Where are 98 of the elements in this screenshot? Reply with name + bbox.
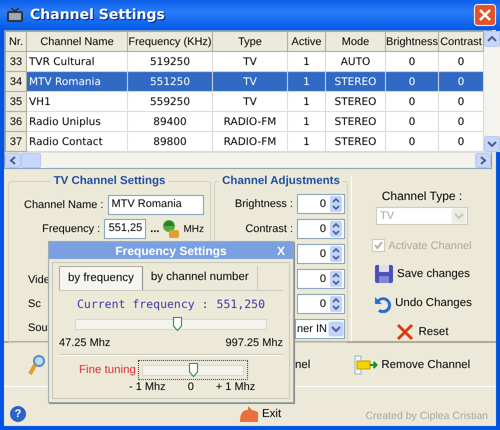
table-cell: 1 bbox=[288, 92, 326, 112]
table-row[interactable]: 35 VH1 559250 TV 1 STEREO 0 0 bbox=[6, 92, 484, 112]
column-header[interactable]: Contrast bbox=[438, 32, 484, 52]
close-icon[interactable] bbox=[474, 4, 496, 26]
table-cell: 559250 bbox=[128, 92, 212, 112]
table-cell: TV bbox=[212, 92, 288, 112]
fine-tuning-label: Fine tuning bbox=[79, 364, 136, 376]
vertical-scrollbar[interactable] bbox=[484, 31, 500, 152]
spin-arrows-icon[interactable] bbox=[330, 221, 342, 237]
unit-label: MHz bbox=[183, 224, 204, 234]
group-title: TV Channel Settings bbox=[50, 175, 168, 187]
current-frequency-label: Current frequency : bbox=[76, 297, 209, 311]
scroll-right-icon[interactable] bbox=[475, 153, 491, 168]
spin-field[interactable]: 0 bbox=[297, 194, 345, 214]
column-header[interactable]: Channel Name bbox=[26, 32, 128, 52]
slider-thumb[interactable] bbox=[188, 363, 198, 377]
remove-channel-button[interactable]: Remove Channel bbox=[352, 352, 472, 376]
current-frequency-value: 551,250 bbox=[216, 297, 266, 311]
arrow-icon bbox=[354, 354, 378, 374]
save-button[interactable]: Save changes bbox=[372, 262, 472, 286]
table-cell: STEREO bbox=[326, 72, 386, 92]
spin-arrows-icon[interactable] bbox=[330, 271, 342, 287]
tab[interactable]: by channel number bbox=[142, 266, 258, 290]
channel-name-field[interactable]: MTV Romania bbox=[108, 195, 204, 215]
tick-label: 0 bbox=[188, 381, 194, 393]
table-cell: STEREO bbox=[326, 112, 386, 132]
more-button[interactable]: ... bbox=[150, 223, 160, 235]
table-cell: VH1 bbox=[26, 92, 128, 112]
column-header[interactable]: Frequency (KHz) bbox=[128, 32, 212, 52]
tick-label: - 1 Mhz bbox=[129, 381, 166, 393]
field-label: Channel Name : bbox=[23, 199, 104, 211]
horizontal-scrollbar[interactable] bbox=[5, 152, 491, 168]
table-cell: 89400 bbox=[128, 112, 212, 132]
tick-label: + 1 Mhz bbox=[216, 381, 256, 393]
range-label: 997.25 Mhz bbox=[226, 337, 283, 349]
field-label: Sc bbox=[28, 297, 41, 312]
column-header[interactable]: Mode bbox=[326, 32, 386, 52]
scrollbar-thumb[interactable] bbox=[21, 153, 41, 168]
table-cell: 551250 bbox=[128, 72, 212, 92]
row-header: 37 bbox=[6, 132, 26, 152]
tv-icon bbox=[6, 7, 24, 23]
scroll-up-icon[interactable] bbox=[484, 31, 500, 47]
field-label: Frequency : bbox=[41, 223, 102, 235]
undo-button[interactable]: Undo Changes bbox=[370, 291, 474, 315]
range-label: 47.25 Mhz bbox=[59, 337, 110, 349]
row-header: 35 bbox=[6, 92, 26, 112]
check-icon bbox=[373, 240, 384, 251]
spin-arrows-icon[interactable] bbox=[330, 246, 342, 262]
credit-text: Created by Ciplea Cristian bbox=[365, 410, 488, 422]
channel-button[interactable]: nel bbox=[293, 356, 312, 372]
help-button[interactable]: ? bbox=[10, 406, 26, 422]
slider-thumb[interactable] bbox=[172, 317, 182, 331]
table-cell: 1 bbox=[288, 72, 326, 92]
spin-field[interactable]: 0 bbox=[297, 294, 345, 314]
dropdown[interactable]: ner IN bbox=[295, 319, 345, 339]
field-label: Channel Type : bbox=[382, 189, 462, 203]
spin-arrows-icon[interactable] bbox=[330, 296, 342, 312]
dialog-title: Frequency Settings bbox=[115, 244, 227, 258]
field-label: Sou bbox=[28, 321, 48, 336]
table-row[interactable]: 36 Radio Uniplus 89400 RADIO-FM 1 STEREO 0 0 bbox=[6, 112, 484, 132]
exit-button[interactable]: Exit bbox=[240, 406, 282, 422]
group-title: Channel Adjustments bbox=[219, 175, 343, 187]
caret-icon bbox=[451, 208, 467, 224]
scroll-down-icon[interactable] bbox=[484, 136, 500, 152]
table-cell: 1 bbox=[288, 112, 326, 132]
column-header[interactable]: Brightness bbox=[386, 32, 438, 52]
frequency-field[interactable]: 551,25 bbox=[104, 219, 146, 239]
table-row[interactable]: 34 MTV Romania 551250 TV 1 STEREO 0 0 bbox=[6, 72, 484, 92]
row-header: 34 bbox=[6, 72, 26, 92]
table-cell: STEREO bbox=[326, 92, 386, 112]
cross-icon bbox=[395, 322, 416, 342]
table-cell: TV bbox=[212, 72, 288, 92]
caret-icon[interactable] bbox=[328, 321, 344, 337]
spin-field[interactable]: 0 bbox=[297, 244, 345, 264]
table-cell: Radio Uniplus bbox=[26, 112, 128, 132]
tab[interactable]: by frequency bbox=[59, 266, 143, 290]
column-header[interactable]: Nr. bbox=[6, 32, 26, 52]
reset-button[interactable]: Reset bbox=[393, 320, 451, 344]
row-header: 33 bbox=[6, 52, 26, 72]
spin-arrows-icon[interactable] bbox=[330, 196, 342, 212]
table-cell: 0 bbox=[386, 72, 438, 92]
scroll-left-icon[interactable] bbox=[5, 153, 21, 168]
table-cell: 0 bbox=[386, 92, 438, 112]
table-cell: 0 bbox=[386, 112, 438, 132]
table-cell: MTV Romania bbox=[26, 72, 128, 92]
table-cell: 0 bbox=[438, 72, 484, 92]
spin-field[interactable]: 0 bbox=[297, 219, 345, 239]
window-title: Channel Settings bbox=[30, 7, 166, 23]
field-label: Brightness : bbox=[234, 198, 293, 210]
column-header[interactable]: Type bbox=[212, 32, 288, 52]
spin-field[interactable]: 0 bbox=[297, 269, 345, 289]
column-header[interactable]: Active bbox=[288, 32, 326, 52]
fine-tuning-slider[interactable] bbox=[138, 360, 248, 380]
search-icon[interactable] bbox=[28, 354, 46, 376]
row-header: 36 bbox=[6, 112, 26, 132]
table-cell: RADIO-FM bbox=[212, 112, 288, 132]
field-label: Contrast : bbox=[245, 223, 293, 235]
frequency-slider[interactable] bbox=[75, 319, 267, 330]
